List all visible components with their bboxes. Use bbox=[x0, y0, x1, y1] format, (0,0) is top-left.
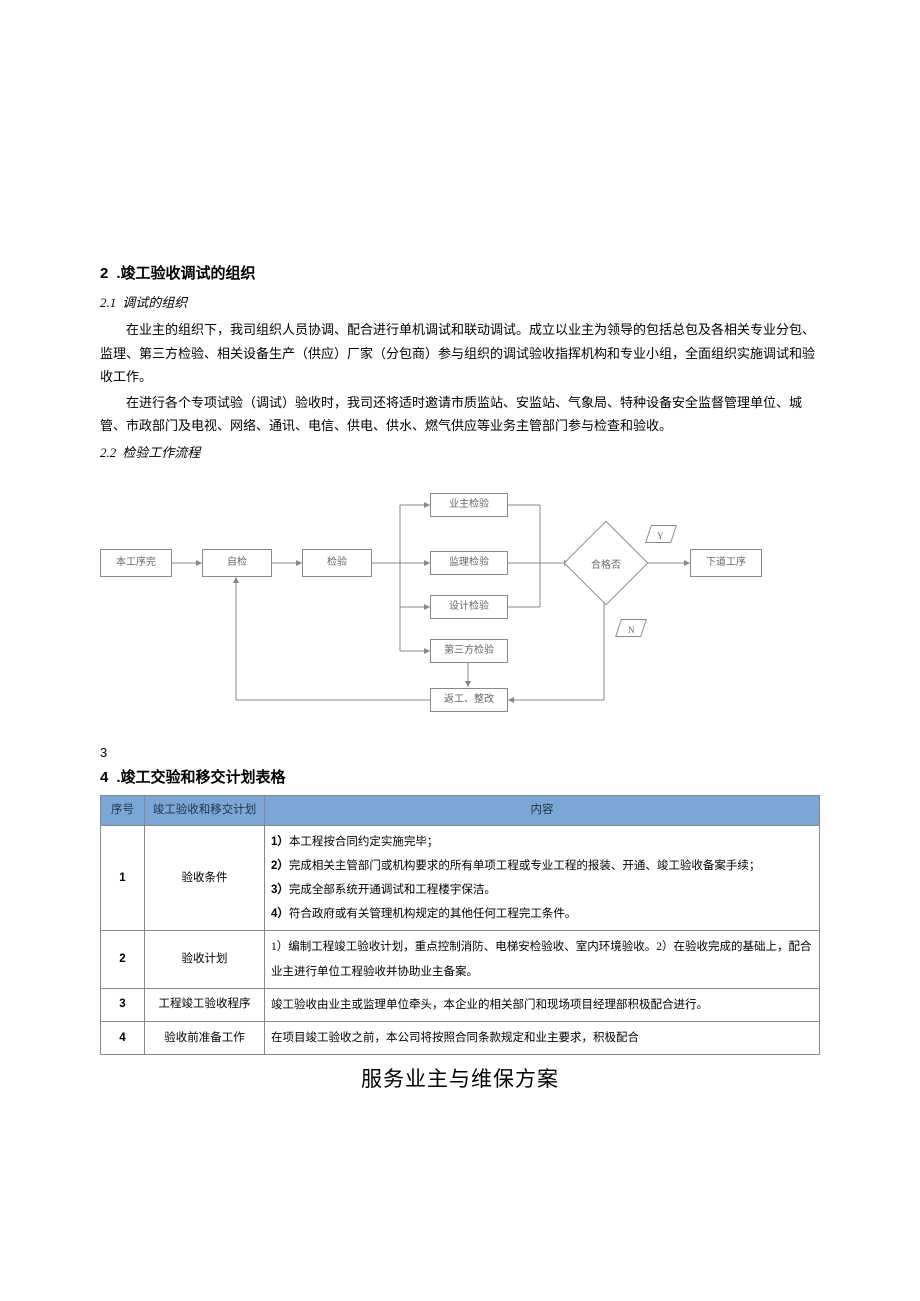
marker-3: 3 bbox=[100, 745, 107, 760]
page-big-title: 服务业主与维保方案 bbox=[100, 1061, 820, 1099]
flow-box-start: 本工序完 bbox=[100, 549, 172, 577]
flow-y-label: Y bbox=[657, 528, 664, 544]
cell-seq: 3 bbox=[101, 988, 145, 1021]
sub-2-2-num: 2.2 bbox=[100, 445, 116, 460]
flow-box-next: 下道工序 bbox=[690, 549, 762, 577]
sub-2-2-title: 检验工作流程 bbox=[122, 445, 200, 460]
sub-2-1-num: 2.1 bbox=[100, 295, 116, 310]
sub-2-1-heading: 2.1 调试的组织 bbox=[100, 291, 820, 314]
table-row: 2 验收计划 1）编制工程竣工验收计划，重点控制消防、电梯安检验收、室内环境验收… bbox=[101, 931, 820, 988]
cell-content: 竣工验收由业主或监理单位牵头，本企业的相关部门和现场项目经理部积极配合进行。 bbox=[265, 988, 820, 1021]
cell-content: 在项目竣工验收之前，本公司将按照合同条款规定和业主要求，积极配合 bbox=[265, 1021, 820, 1054]
flow-box-design: 设计检验 bbox=[430, 595, 508, 619]
th-seq: 序号 bbox=[101, 796, 145, 826]
table-row: 1 验收条件 1）本工程按合同约定实施完毕；2）完成相关主管部门或机构要求的所有… bbox=[101, 825, 820, 931]
flow-diamond-label: 合格否 bbox=[576, 557, 636, 575]
flow-box-inspect: 检验 bbox=[302, 549, 372, 577]
sub-2-2-heading: 2.2 检验工作流程 bbox=[100, 441, 820, 464]
section-4-title: .竣工交验和移交计划表格 bbox=[116, 769, 285, 786]
flow-box-rework: 返工、整改 bbox=[430, 688, 508, 712]
cell-content: 1）编制工程竣工验收计划，重点控制消防、电梯安检验收、室内环境验收。2）在验收完… bbox=[265, 931, 820, 988]
marker-3-row: 3 bbox=[100, 741, 820, 764]
th-content: 内容 bbox=[265, 796, 820, 826]
table-row: 3 工程竣工验收程序 竣工验收由业主或监理单位牵头，本企业的相关部门和现场项目经… bbox=[101, 988, 820, 1021]
cell-content: 1）本工程按合同约定实施完毕；2）完成相关主管部门或机构要求的所有单项工程或专业… bbox=[265, 825, 820, 931]
paragraph-2: 在进行各个专项试验（调试）验收时，我司还将适时邀请市质监站、安监站、气象局、特种… bbox=[100, 391, 820, 438]
section-2-num: 2 bbox=[100, 265, 108, 282]
section-2-heading: 2 .竣工验收调试的组织 bbox=[100, 260, 820, 287]
flow-box-supervision: 监理检验 bbox=[430, 551, 508, 575]
th-plan: 竣工验收和移交计划 bbox=[145, 796, 265, 826]
section-4-num: 4 bbox=[100, 769, 108, 786]
table-header-row: 序号 竣工验收和移交计划 内容 bbox=[101, 796, 820, 826]
flow-box-thirdparty: 第三方检验 bbox=[430, 639, 508, 663]
plan-table: 序号 竣工验收和移交计划 内容 1 验收条件 1）本工程按合同约定实施完毕；2）… bbox=[100, 795, 820, 1055]
table-row: 4 验收前准备工作 在项目竣工验收之前，本公司将按照合同条款规定和业主要求，积极… bbox=[101, 1021, 820, 1054]
flow-box-owner: 业主检验 bbox=[430, 493, 508, 517]
table-body: 1 验收条件 1）本工程按合同约定实施完毕；2）完成相关主管部门或机构要求的所有… bbox=[101, 825, 820, 1054]
cell-plan: 验收计划 bbox=[145, 931, 265, 988]
flow-n-label: N bbox=[628, 622, 635, 638]
flowchart: 本工序完 自检 检验 业主检验 监理检验 设计检验 第三方检验 返工、整改 合格… bbox=[100, 475, 820, 735]
cell-seq: 4 bbox=[101, 1021, 145, 1054]
cell-plan: 工程竣工验收程序 bbox=[145, 988, 265, 1021]
cell-plan: 验收前准备工作 bbox=[145, 1021, 265, 1054]
sub-2-1-title: 调试的组织 bbox=[122, 295, 187, 310]
flow-box-selfcheck: 自检 bbox=[202, 549, 272, 577]
cell-plan: 验收条件 bbox=[145, 825, 265, 931]
cell-seq: 1 bbox=[101, 825, 145, 931]
paragraph-1: 在业主的组织下，我司组织人员协调、配合进行单机调试和联动调试。成立以业主为领导的… bbox=[100, 318, 820, 388]
section-4-heading: 4 .竣工交验和移交计划表格 bbox=[100, 764, 820, 791]
section-2-title: .竣工验收调试的组织 bbox=[116, 265, 255, 282]
cell-seq: 2 bbox=[101, 931, 145, 988]
